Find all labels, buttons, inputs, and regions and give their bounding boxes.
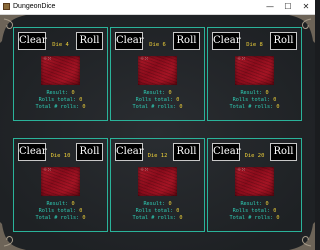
num-rolls-value: 0	[82, 215, 86, 221]
rolls-total-line: Rolls total: 0	[111, 208, 204, 214]
num-rolls-label: Total # rolls:	[132, 215, 177, 221]
title-bar: DungeonDice — ☐ ✕	[0, 0, 315, 15]
die-label: Die 8	[246, 42, 263, 48]
result-line: Result: 0	[111, 90, 204, 96]
die-label: Die 10	[50, 153, 71, 159]
rolls-total-label: Rolls total:	[38, 208, 77, 214]
dice-panel: Clear Roll Die 12 ⁘⁙ Result: 0 Rolls tot…	[110, 138, 205, 232]
result-label: Result:	[240, 90, 263, 96]
num-rolls-label: Total # rolls:	[229, 215, 274, 221]
rolls-total-line: Rolls total: 0	[14, 208, 107, 214]
die-image: ⁘⁙	[41, 56, 80, 85]
rolls-total-line: Rolls total: 0	[208, 208, 301, 214]
die-face-icon: ⁘⁙	[43, 167, 52, 173]
result-value: 0	[168, 90, 172, 96]
result-line: Result: 0	[111, 201, 204, 207]
num-rolls-label: Total # rolls:	[35, 215, 80, 221]
num-rolls-value: 0	[179, 104, 183, 110]
maximize-button[interactable]: ☐	[279, 0, 297, 14]
dice-panel: Clear Roll Die 20 ⁘⁙ Result: 0 Rolls tot…	[207, 138, 302, 232]
die-face-icon: ⁘⁙	[237, 167, 246, 173]
dice-board: Clear Roll Die 4 ⁘⁙ Result: 0 Rolls tota…	[0, 15, 315, 250]
num-rolls-line: Total # rolls: 0	[208, 104, 301, 110]
rolls-total-line: Rolls total: 0	[208, 97, 301, 103]
rolls-total-line: Rolls total: 0	[14, 97, 107, 103]
num-rolls-line: Total # rolls: 0	[111, 215, 204, 221]
result-value: 0	[71, 90, 75, 96]
result-value: 0	[265, 90, 269, 96]
die-image: ⁘⁙	[138, 56, 177, 85]
rolls-total-value: 0	[176, 97, 180, 103]
die-label: Die 20	[244, 153, 265, 159]
die-face-icon: ⁘⁙	[140, 56, 149, 62]
dice-panel: Clear Roll Die 6 ⁘⁙ Result: 0 Rolls tota…	[110, 27, 205, 121]
rolls-total-line: Rolls total: 0	[111, 97, 204, 103]
dice-panel: Clear Roll Die 4 ⁘⁙ Result: 0 Rolls tota…	[13, 27, 108, 121]
rolls-total-value: 0	[273, 97, 277, 103]
die-face-icon: ⁘⁙	[237, 56, 246, 62]
num-rolls-value: 0	[179, 215, 183, 221]
app-icon	[3, 3, 10, 10]
num-rolls-line: Total # rolls: 0	[208, 215, 301, 221]
result-line: Result: 0	[208, 90, 301, 96]
result-line: Result: 0	[14, 201, 107, 207]
rolls-total-label: Rolls total:	[232, 97, 271, 103]
result-label: Result:	[143, 90, 166, 96]
num-rolls-line: Total # rolls: 0	[14, 215, 107, 221]
result-label: Result:	[240, 201, 263, 207]
result-line: Result: 0	[14, 90, 107, 96]
result-value: 0	[265, 201, 269, 207]
num-rolls-label: Total # rolls:	[35, 104, 80, 110]
dice-panel: Clear Roll Die 8 ⁘⁙ Result: 0 Rolls tota…	[207, 27, 302, 121]
minimize-button[interactable]: —	[261, 0, 279, 14]
die-label: Die 6	[149, 42, 166, 48]
result-label: Result:	[46, 201, 69, 207]
die-label: Die 12	[147, 153, 168, 159]
num-rolls-value: 0	[82, 104, 86, 110]
result-label: Result:	[46, 90, 69, 96]
window-title: DungeonDice	[13, 3, 56, 10]
die-label: Die 4	[52, 42, 69, 48]
dice-panel: Clear Roll Die 10 ⁘⁙ Result: 0 Rolls tot…	[13, 138, 108, 232]
rolls-total-value: 0	[79, 97, 83, 103]
die-face-icon: ⁘⁙	[140, 167, 149, 173]
num-rolls-label: Total # rolls:	[132, 104, 177, 110]
die-image: ⁘⁙	[41, 167, 80, 196]
rolls-total-label: Rolls total:	[135, 208, 174, 214]
num-rolls-line: Total # rolls: 0	[111, 104, 204, 110]
rolls-total-label: Rolls total:	[135, 97, 174, 103]
die-image: ⁘⁙	[138, 167, 177, 196]
rolls-total-value: 0	[273, 208, 277, 214]
num-rolls-value: 0	[276, 215, 280, 221]
result-label: Result:	[143, 201, 166, 207]
num-rolls-line: Total # rolls: 0	[14, 104, 107, 110]
result-line: Result: 0	[208, 201, 301, 207]
num-rolls-label: Total # rolls:	[229, 104, 274, 110]
rolls-total-value: 0	[79, 208, 83, 214]
result-value: 0	[168, 201, 172, 207]
die-image: ⁘⁙	[235, 167, 274, 196]
die-image: ⁘⁙	[235, 56, 274, 85]
rolls-total-label: Rolls total:	[232, 208, 271, 214]
result-value: 0	[71, 201, 75, 207]
num-rolls-value: 0	[276, 104, 280, 110]
die-face-icon: ⁘⁙	[43, 56, 52, 62]
close-button[interactable]: ✕	[297, 0, 315, 14]
rolls-total-label: Rolls total:	[38, 97, 77, 103]
rolls-total-value: 0	[176, 208, 180, 214]
